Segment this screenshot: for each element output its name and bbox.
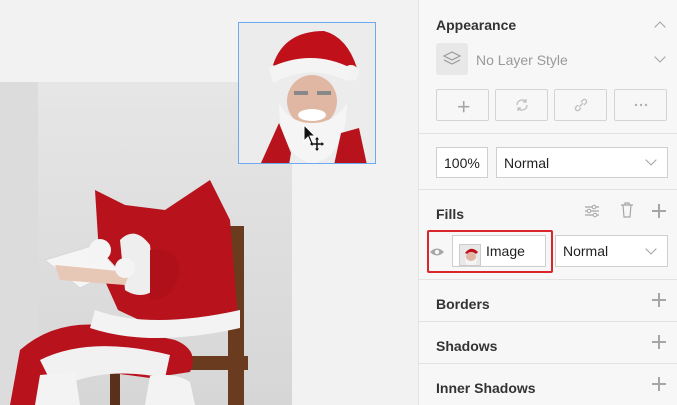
sync-icon [515,99,528,111]
fill-blend-value: Normal [563,243,609,259]
shadows-title: Shadows [436,338,498,354]
opacity-value: 100% [444,155,480,171]
fill-blend-select[interactable]: Normal [555,235,668,267]
inner-shadows-section[interactable]: Inner Shadows [419,364,677,405]
add-shadow-icon[interactable] [652,335,666,349]
plus-icon [458,100,470,112]
chevron-down-icon [645,243,657,255]
chevron-down-icon [645,154,657,166]
trash-icon[interactable] [620,202,634,218]
layer-style-selector[interactable]: No Layer Style [436,43,666,77]
blend-mode-value: Normal [504,155,550,171]
add-fill-icon[interactable] [652,204,666,218]
blend-mode-select[interactable]: Normal [496,147,668,178]
appearance-title: Appearance [436,17,517,33]
fills-title: Fills [436,206,465,222]
add-border-icon[interactable] [652,293,666,307]
sync-style-button[interactable] [495,89,548,121]
ellipsis-icon [634,103,647,107]
inner-shadows-title: Inner Shadows [436,380,536,396]
santa-body-image[interactable] [0,150,292,405]
chevron-down-icon [654,51,666,63]
borders-section[interactable]: Borders [419,280,677,322]
fill-highlight-annotation [427,230,553,273]
inspector-panel: Appearance No Layer Style 100% Normal Fi… [418,0,677,405]
move-cursor-icon [303,124,324,151]
borders-title: Borders [436,296,490,312]
more-options-button[interactable] [614,89,667,121]
layer-style-label: No Layer Style [476,52,568,68]
add-inner-shadow-icon[interactable] [652,377,666,391]
appearance-section: Appearance No Layer Style [419,0,677,134]
opacity-section: 100% Normal [419,134,677,190]
create-style-button[interactable] [436,89,489,121]
shadows-section[interactable]: Shadows [419,322,677,364]
collapse-chevron-icon[interactable] [654,21,666,33]
layer-style-icon [436,43,468,75]
link-icon [574,98,587,112]
detach-style-button[interactable] [554,89,607,121]
fill-options-icon[interactable] [584,203,600,219]
design-canvas[interactable] [0,0,418,405]
opacity-input[interactable]: 100% [436,147,488,178]
